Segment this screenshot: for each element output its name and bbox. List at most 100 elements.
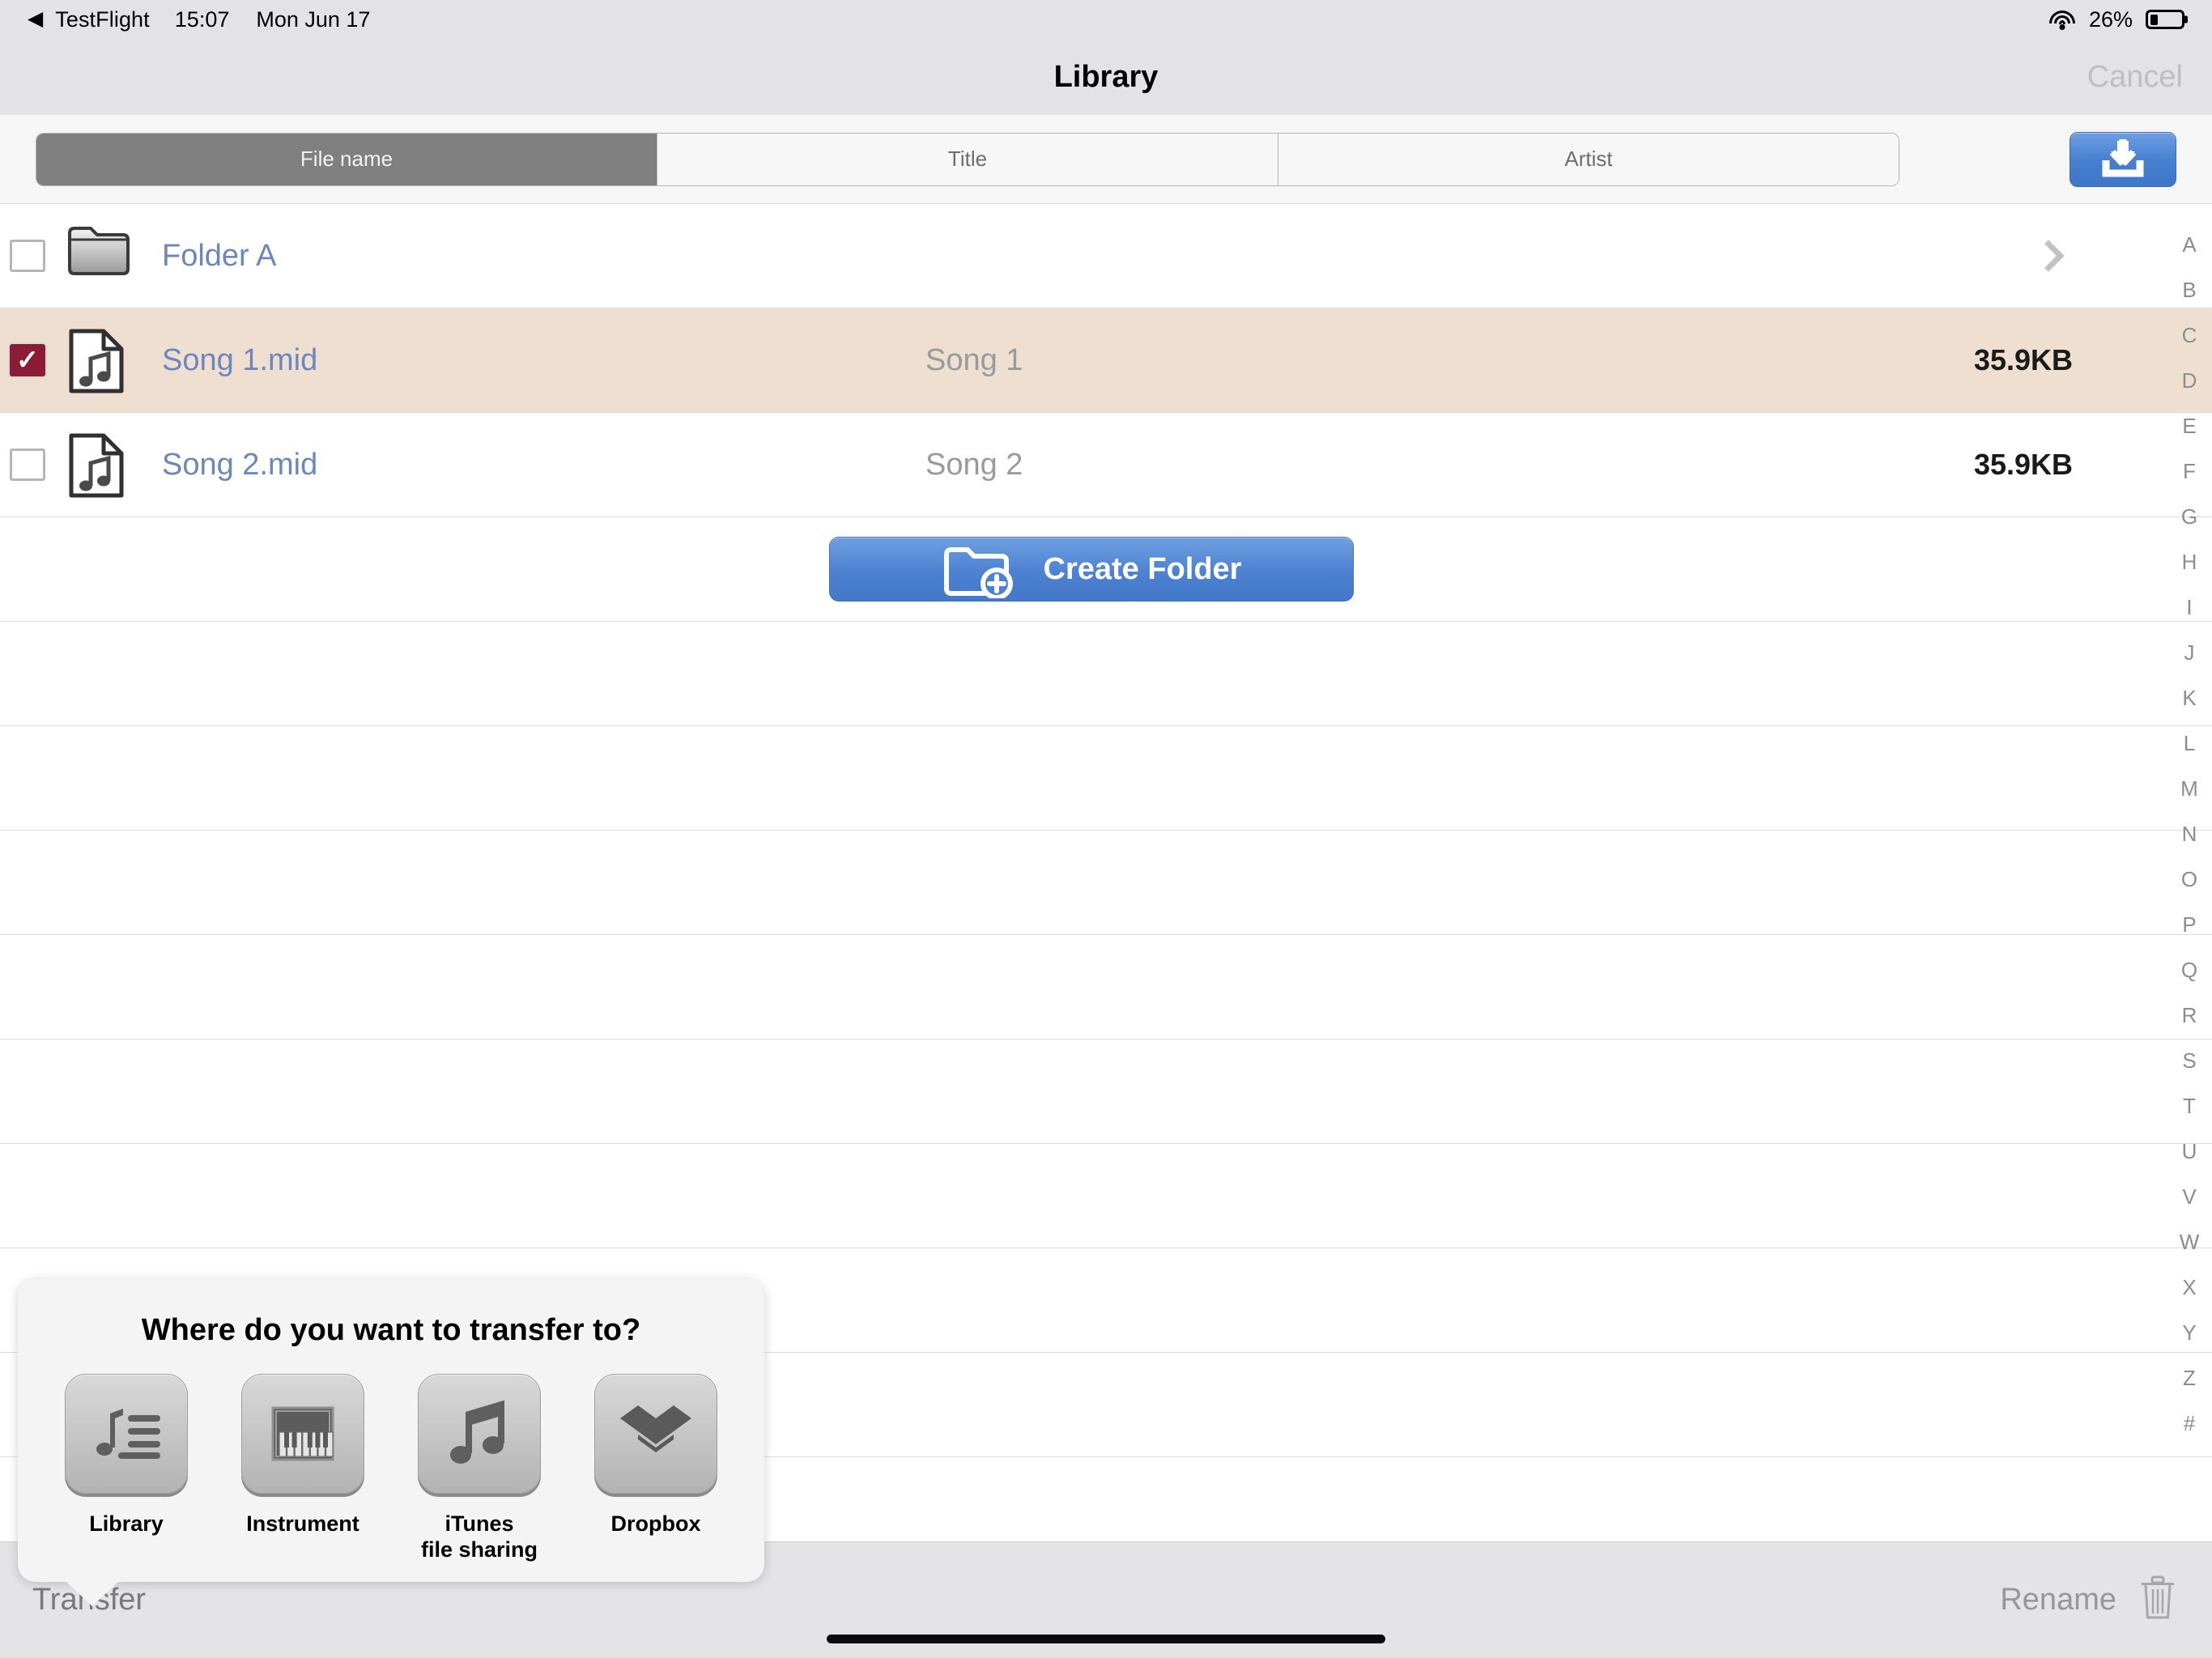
index-letter-s[interactable]: S — [2167, 1038, 2212, 1083]
battery-icon — [2146, 10, 2188, 29]
index-letter-v[interactable]: V — [2167, 1174, 2212, 1219]
status-bar-right: 26% — [2048, 6, 2188, 32]
table-row[interactable]: Song 2.mid Song 2 35.9KB — [0, 413, 2212, 517]
index-letter-l[interactable]: L — [2167, 721, 2212, 766]
popover-arrow — [65, 1580, 120, 1606]
empty-row — [0, 726, 2212, 831]
music-notes-icon[interactable] — [418, 1374, 541, 1494]
index-letter-m[interactable]: M — [2167, 766, 2212, 811]
cancel-button[interactable]: Cancel — [2087, 60, 2183, 95]
alphabet-index[interactable]: A B C D E F G H I J K L M N O P Q R S T U V W X Y Z # — [2167, 204, 2212, 1541]
popover-options: Library Instrument iTunes file sharing Dropb… — [18, 1374, 764, 1563]
sort-segmented-control[interactable]: File name Title Artist — [36, 132, 1899, 186]
folder-icon — [68, 227, 130, 275]
index-letter-c[interactable]: C — [2167, 312, 2212, 358]
index-letter-w[interactable]: W — [2167, 1219, 2212, 1265]
transfer-option-label: Instrument — [246, 1511, 359, 1536]
transfer-option-itunes[interactable]: iTunes file sharing — [417, 1374, 542, 1563]
index-letter-b[interactable]: B — [2167, 267, 2212, 312]
index-letter-q[interactable]: Q — [2167, 947, 2212, 993]
navigation-bar: Library Cancel — [0, 39, 2212, 115]
ipad-screen: ◀ TestFlight 15:07 Mon Jun 17 26% Librar… — [0, 0, 2212, 1658]
index-letter-n[interactable]: N — [2167, 811, 2212, 857]
transfer-option-library[interactable]: Library — [64, 1374, 189, 1563]
table-row[interactable]: ✓ Song 1.mid Song 1 35.9KB — [0, 308, 2212, 413]
index-letter-j[interactable]: J — [2167, 630, 2212, 675]
index-letter-g[interactable]: G — [2167, 494, 2212, 539]
index-letter-d[interactable]: D — [2167, 358, 2212, 403]
index-letter-y[interactable]: Y — [2167, 1310, 2212, 1355]
index-letter-e[interactable]: E — [2167, 403, 2212, 449]
music-notes-icon — [450, 1400, 504, 1464]
check-icon: ✓ — [15, 345, 40, 376]
row-song-title: Song 2 — [925, 447, 1023, 482]
trash-icon[interactable] — [2139, 1575, 2176, 1625]
sort-segment-file-name[interactable]: File name — [36, 133, 657, 185]
index-letter-x[interactable]: X — [2167, 1265, 2212, 1310]
status-time: 15:07 — [174, 6, 230, 32]
wifi-icon — [2048, 9, 2076, 30]
create-folder-label: Create Folder — [1043, 551, 1242, 586]
index-letter-f[interactable]: F — [2167, 449, 2212, 494]
music-file-icon — [66, 431, 131, 499]
index-letter-k[interactable]: K — [2167, 675, 2212, 721]
index-letter-z[interactable]: Z — [2167, 1355, 2212, 1401]
piano-icon[interactable] — [241, 1374, 364, 1494]
music-list-icon[interactable] — [65, 1374, 188, 1494]
rename-button[interactable]: Rename — [2000, 1583, 2116, 1618]
create-folder-row: Create Folder — [0, 517, 2212, 622]
dropbox-icon — [620, 1405, 691, 1452]
row-checkbox[interactable]: ✓ — [10, 344, 45, 376]
sort-toolbar: File name Title Artist — [0, 115, 2212, 204]
index-letter-p[interactable]: P — [2167, 902, 2212, 947]
download-icon — [2102, 138, 2144, 176]
empty-row — [0, 831, 2212, 935]
bottom-toolbar-right: Rename — [2000, 1575, 2176, 1625]
row-checkbox[interactable] — [10, 449, 45, 481]
row-checkbox[interactable] — [10, 240, 45, 272]
battery-percent: 26% — [2088, 6, 2133, 32]
index-letter-u[interactable]: U — [2167, 1129, 2212, 1174]
folder-icon — [66, 222, 131, 290]
row-file-name: Song 1.mid — [162, 342, 318, 377]
sort-segment-title[interactable]: Title — [657, 133, 1278, 185]
popover-title: Where do you want to transfer to? — [141, 1313, 641, 1347]
create-folder-button[interactable]: Create Folder — [829, 537, 1354, 602]
transfer-option-instrument[interactable]: Instrument — [240, 1374, 365, 1563]
row-file-size: 35.9KB — [1973, 448, 2073, 481]
status-bar: ◀ TestFlight 15:07 Mon Jun 17 26% — [0, 0, 2212, 39]
music-list-icon — [96, 1409, 160, 1459]
sort-segment-artist[interactable]: Artist — [1278, 133, 1899, 185]
index-letter-hash[interactable]: # — [2167, 1401, 2212, 1446]
transfer-destination-popover: Where do you want to transfer to? Librar… — [18, 1279, 764, 1606]
row-file-name: Song 2.mid — [162, 447, 318, 482]
empty-row — [0, 1144, 2212, 1248]
music-file-icon — [66, 326, 131, 394]
empty-row — [0, 622, 2212, 726]
empty-row — [0, 935, 2212, 1039]
status-bar-left: ◀ TestFlight 15:07 Mon Jun 17 — [28, 7, 370, 32]
index-letter-i[interactable]: I — [2167, 585, 2212, 630]
piano-icon — [271, 1406, 334, 1461]
folder-plus-icon — [943, 547, 1013, 598]
index-letter-o[interactable]: O — [2167, 857, 2212, 902]
status-date: Mon Jun 17 — [256, 6, 371, 32]
dropbox-icon[interactable] — [594, 1374, 717, 1494]
home-indicator[interactable] — [827, 1635, 1385, 1643]
back-arrow-icon[interactable]: ◀ — [28, 8, 43, 29]
transfer-option-label: Library — [89, 1511, 164, 1536]
index-letter-a[interactable]: A — [2167, 222, 2212, 267]
transfer-option-label: Dropbox — [610, 1511, 701, 1536]
back-app-label[interactable]: TestFlight — [55, 7, 150, 32]
index-letter-h[interactable]: H — [2167, 539, 2212, 585]
row-file-size: 35.9KB — [1973, 343, 2073, 376]
transfer-option-dropbox[interactable]: Dropbox — [593, 1374, 718, 1563]
music-file-icon — [69, 433, 124, 498]
chevron-right-icon[interactable] — [2032, 240, 2065, 272]
download-button[interactable] — [2069, 131, 2176, 187]
index-letter-r[interactable]: R — [2167, 993, 2212, 1038]
music-file-icon — [69, 329, 124, 393]
table-row[interactable]: Folder A — [0, 204, 2212, 308]
index-letter-t[interactable]: T — [2167, 1083, 2212, 1129]
empty-row — [0, 1039, 2212, 1144]
